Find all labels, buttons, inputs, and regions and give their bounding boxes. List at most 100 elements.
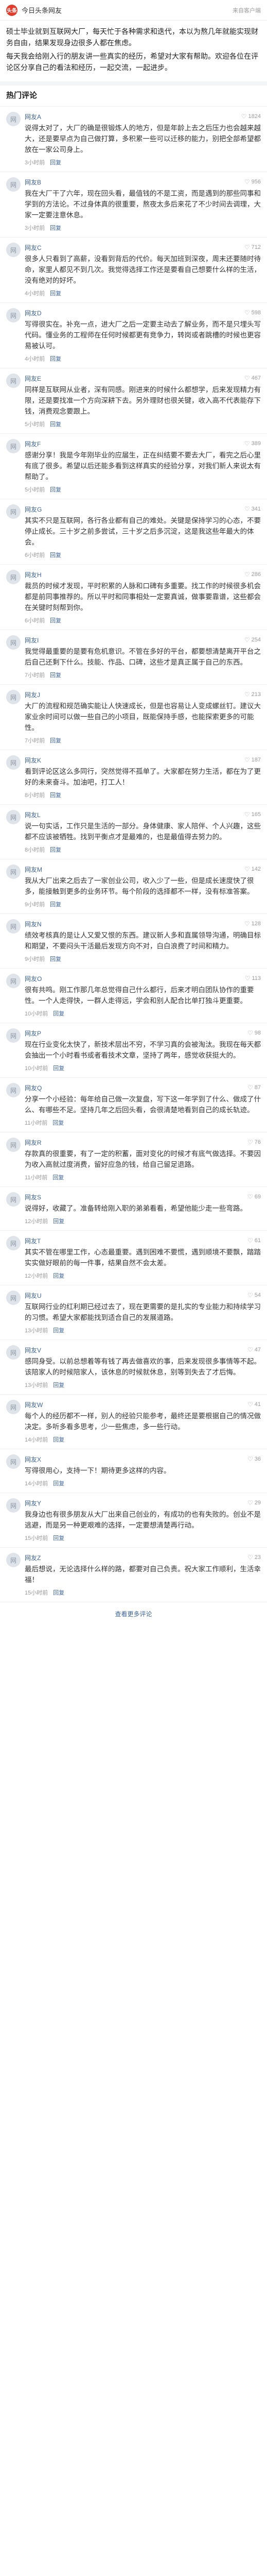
commenter-name[interactable]: 网友R: [25, 1138, 247, 1147]
reply-button[interactable]: 回复: [53, 1479, 64, 1487]
commenter-avatar[interactable]: 网: [6, 439, 21, 453]
like-button[interactable]: ♡ 128: [244, 920, 261, 927]
reply-button[interactable]: 回复: [53, 1217, 64, 1225]
like-button[interactable]: ♡ 69: [247, 1193, 261, 1200]
like-button[interactable]: ♡ 598: [244, 309, 261, 316]
reply-button[interactable]: 回复: [50, 551, 61, 559]
commenter-avatar[interactable]: 网: [6, 570, 21, 584]
reply-button[interactable]: 回复: [53, 1534, 64, 1542]
like-button[interactable]: ♡ 165: [244, 811, 261, 818]
commenter-avatar[interactable]: 网: [6, 1498, 21, 1513]
commenter-avatar[interactable]: 网: [6, 690, 21, 704]
like-button[interactable]: ♡ 87: [247, 1084, 261, 1091]
reply-button[interactable]: 回复: [50, 354, 61, 363]
like-button[interactable]: ♡ 76: [247, 1139, 261, 1146]
commenter-name[interactable]: 网友E: [25, 374, 244, 383]
commenter-avatar[interactable]: 网: [6, 374, 21, 388]
like-button[interactable]: ♡ 36: [247, 1455, 261, 1463]
commenter-name[interactable]: 网友F: [25, 439, 244, 448]
commenter-avatar[interactable]: 网: [6, 1400, 21, 1414]
commenter-name[interactable]: 网友O: [25, 974, 245, 983]
like-button[interactable]: ♡ 23: [247, 1554, 261, 1561]
author-name[interactable]: 今日头条网友: [22, 5, 233, 15]
reply-button[interactable]: 回复: [52, 1173, 64, 1181]
reply-button[interactable]: 回复: [50, 736, 61, 744]
reply-button[interactable]: 回复: [52, 1118, 64, 1127]
commenter-avatar[interactable]: 网: [6, 755, 21, 770]
commenter-name[interactable]: 网友X: [25, 1455, 247, 1464]
commenter-avatar[interactable]: 网: [6, 1291, 21, 1305]
commenter-avatar[interactable]: 网: [6, 504, 21, 519]
commenter-avatar[interactable]: 网: [6, 810, 21, 824]
reply-button[interactable]: 回复: [53, 1272, 64, 1280]
like-button[interactable]: ♡ 41: [247, 1401, 261, 1408]
reply-button[interactable]: 回复: [50, 485, 61, 494]
commenter-name[interactable]: 网友K: [25, 756, 244, 765]
like-button[interactable]: ♡ 113: [245, 975, 261, 982]
commenter-avatar[interactable]: 网: [6, 865, 21, 879]
reply-button[interactable]: 回复: [50, 289, 61, 297]
commenter-avatar[interactable]: 网: [6, 1345, 21, 1360]
reply-button[interactable]: 回复: [53, 1326, 64, 1334]
commenter-avatar[interactable]: 网: [6, 919, 21, 934]
reply-button[interactable]: 回复: [50, 158, 61, 166]
commenter-name[interactable]: 网友L: [25, 810, 244, 819]
commenter-avatar[interactable]: 网: [6, 1192, 21, 1207]
commenter-name[interactable]: 网友G: [25, 505, 244, 514]
commenter-name[interactable]: 网友P: [25, 1029, 247, 1038]
commenter-name[interactable]: 网友J: [25, 690, 244, 699]
like-button[interactable]: ♡ 341: [244, 505, 261, 513]
like-button[interactable]: ♡ 467: [244, 375, 261, 382]
reply-button[interactable]: 回复: [50, 955, 61, 963]
author-avatar[interactable]: 头条: [6, 4, 17, 16]
like-button[interactable]: ♡ 286: [244, 571, 261, 578]
commenter-avatar[interactable]: 网: [6, 1138, 21, 1152]
commenter-name[interactable]: 网友M: [25, 865, 244, 874]
like-button[interactable]: ♡ 213: [244, 691, 261, 698]
commenter-avatar[interactable]: 网: [6, 974, 21, 988]
commenter-avatar[interactable]: 网: [6, 112, 21, 126]
commenter-name[interactable]: 网友A: [25, 112, 241, 121]
reply-button[interactable]: 回复: [50, 845, 61, 854]
commenter-avatar[interactable]: 网: [6, 243, 21, 257]
commenter-avatar[interactable]: 网: [6, 1236, 21, 1250]
reply-button[interactable]: 回复: [50, 900, 61, 908]
reply-button[interactable]: 回复: [53, 1588, 64, 1597]
reply-button[interactable]: 回复: [50, 671, 61, 679]
commenter-avatar[interactable]: 网: [6, 1553, 21, 1567]
like-button[interactable]: ♡ 254: [244, 636, 261, 643]
like-button[interactable]: ♡ 29: [247, 1499, 261, 1506]
commenter-avatar[interactable]: 网: [6, 1083, 21, 1097]
like-button[interactable]: ♡ 187: [244, 756, 261, 764]
commenter-name[interactable]: 网友H: [25, 570, 244, 579]
commenter-name[interactable]: 网友B: [25, 178, 244, 187]
commenter-name[interactable]: 网友N: [25, 920, 244, 928]
commenter-avatar[interactable]: 网: [6, 1028, 21, 1043]
reply-button[interactable]: 回复: [53, 1435, 64, 1444]
reply-button[interactable]: 回复: [50, 420, 61, 428]
commenter-avatar[interactable]: 网: [6, 177, 21, 192]
reply-button[interactable]: 回复: [53, 1064, 64, 1072]
reply-button[interactable]: 回复: [50, 224, 61, 232]
reply-button[interactable]: 回复: [53, 1381, 64, 1389]
like-button[interactable]: ♡ 389: [244, 440, 261, 447]
commenter-name[interactable]: 网友C: [25, 243, 244, 252]
commenter-avatar[interactable]: 网: [6, 308, 21, 323]
reply-button[interactable]: 回复: [53, 1009, 64, 1018]
load-more-button[interactable]: 查看更多评论: [0, 1602, 267, 1629]
reply-button[interactable]: 回复: [50, 616, 61, 624]
commenter-name[interactable]: 网友T: [25, 1236, 247, 1245]
like-button[interactable]: ♡ 142: [244, 866, 261, 873]
commenter-name[interactable]: 网友Y: [25, 1499, 247, 1507]
commenter-name[interactable]: 网友Q: [25, 1083, 247, 1092]
commenter-name[interactable]: 网友U: [25, 1291, 247, 1300]
reply-button[interactable]: 回复: [50, 791, 61, 799]
like-button[interactable]: ♡ 54: [247, 1292, 261, 1299]
commenter-avatar[interactable]: 网: [6, 635, 21, 650]
like-button[interactable]: ♡ 712: [244, 244, 261, 251]
like-button[interactable]: ♡ 61: [247, 1237, 261, 1244]
commenter-name[interactable]: 网友S: [25, 1193, 247, 1201]
commenter-name[interactable]: 网友I: [25, 636, 244, 645]
like-button[interactable]: ♡ 47: [247, 1346, 261, 1353]
commenter-name[interactable]: 网友Z: [25, 1553, 247, 1562]
